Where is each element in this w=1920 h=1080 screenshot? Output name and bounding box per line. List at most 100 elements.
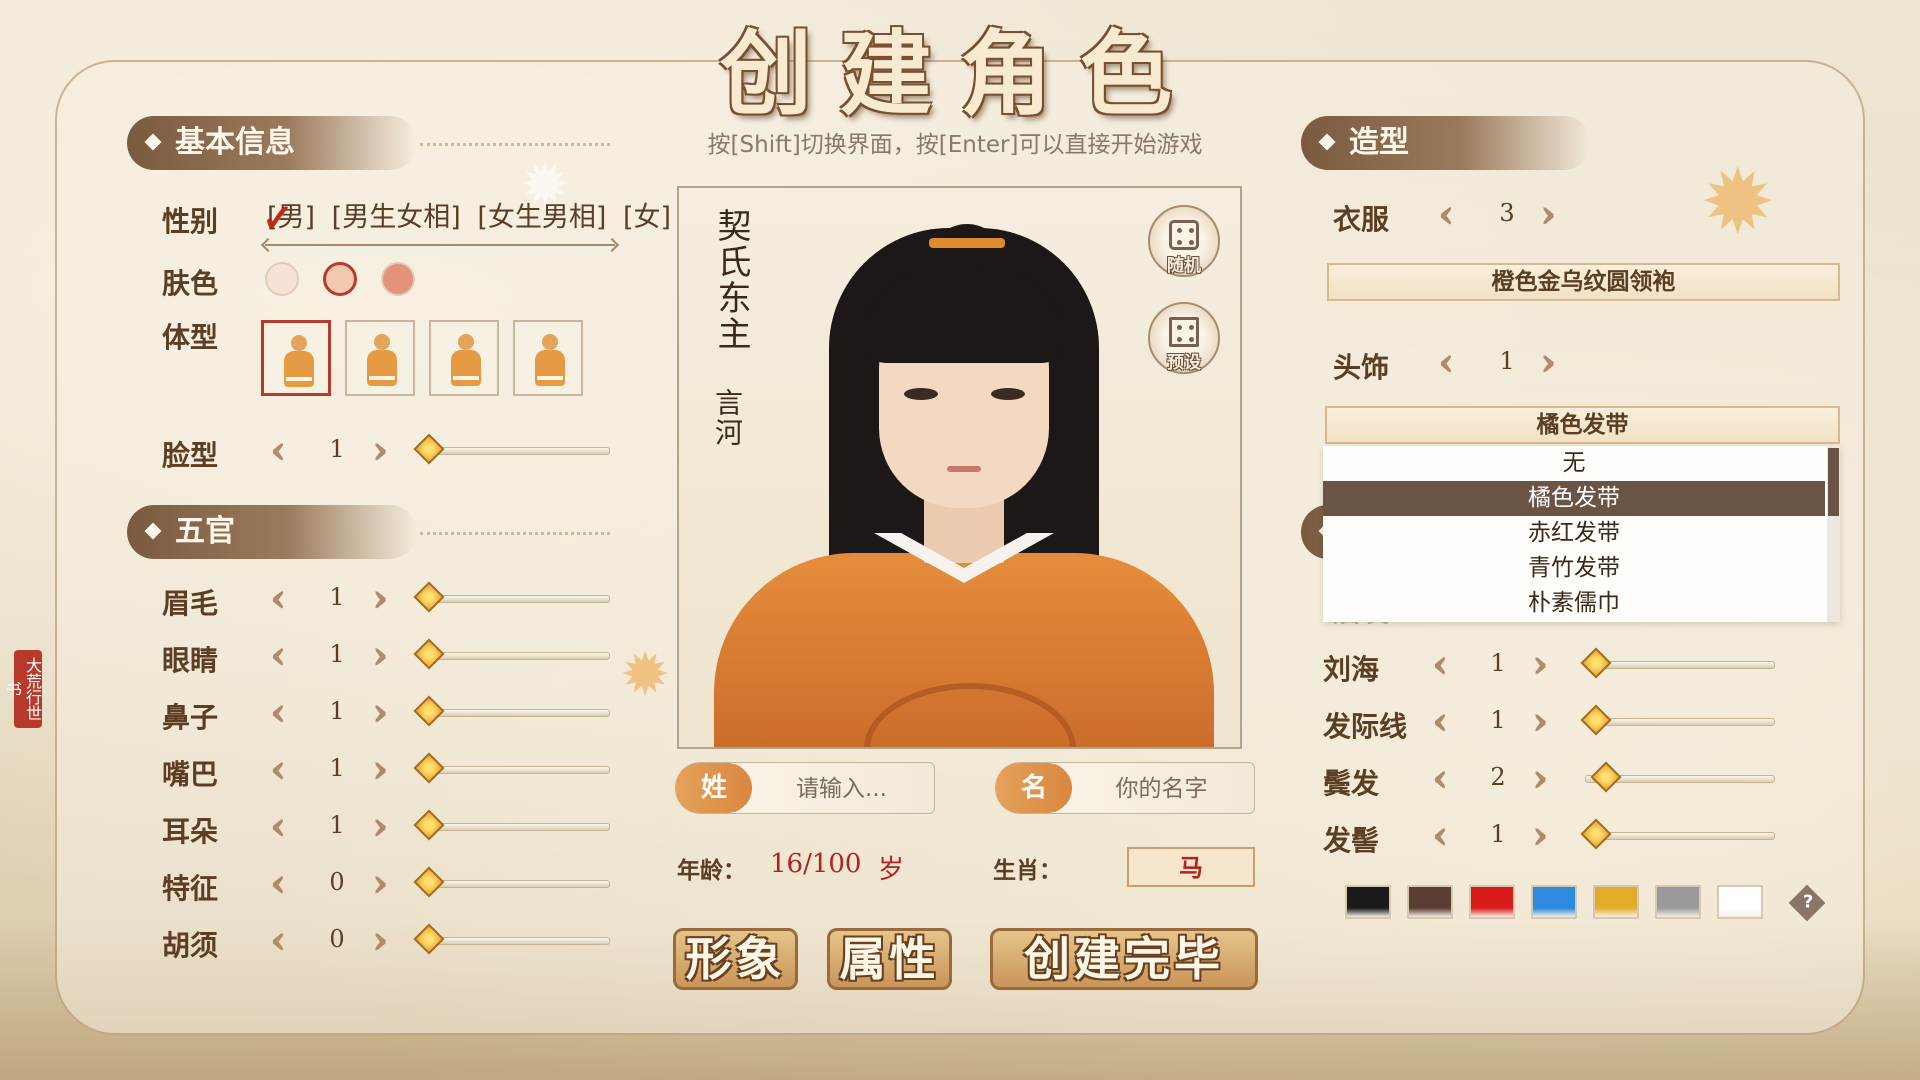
section-header-basic-info: 基本信息 bbox=[127, 116, 417, 170]
headwear-select[interactable]: 橘色发带 bbox=[1325, 406, 1840, 444]
attributes-button[interactable]: 属性 bbox=[827, 928, 952, 990]
chevron-left-icon[interactable]: ‹‹ bbox=[270, 635, 289, 675]
skin-swatch[interactable] bbox=[381, 262, 415, 296]
slider-knob[interactable] bbox=[413, 581, 445, 613]
skin-swatch[interactable] bbox=[265, 262, 299, 296]
feature-slider[interactable] bbox=[413, 581, 610, 613]
zodiac-value[interactable]: 马 bbox=[1127, 847, 1255, 887]
chevron-left-icon[interactable]: ‹‹ bbox=[1432, 701, 1451, 741]
slider-knob[interactable] bbox=[413, 752, 445, 784]
given-name-input[interactable] bbox=[1082, 771, 1241, 807]
chevron-left-icon[interactable]: ‹‹ bbox=[1432, 758, 1451, 798]
random-button[interactable]: 随机 bbox=[1148, 205, 1220, 277]
feature-slider[interactable] bbox=[413, 752, 610, 784]
chevron-left-icon[interactable]: ‹‹ bbox=[270, 430, 289, 470]
create-finish-button[interactable]: 创建完毕 bbox=[990, 928, 1258, 990]
hair-slider[interactable] bbox=[1580, 818, 1775, 850]
slider-track bbox=[1585, 661, 1775, 669]
chevron-left-icon[interactable]: ‹‹ bbox=[270, 806, 289, 846]
slider-track bbox=[1585, 718, 1775, 726]
slider-knob[interactable] bbox=[1580, 818, 1612, 850]
hair-color-swatch[interactable] bbox=[1345, 885, 1391, 919]
chevron-right-icon[interactable]: ›› bbox=[1540, 194, 1559, 234]
chevron-left-icon[interactable]: ‹‹ bbox=[1438, 342, 1457, 382]
chevron-right-icon[interactable]: ›› bbox=[372, 430, 391, 470]
dropdown-option[interactable]: 青竹发带 bbox=[1323, 551, 1825, 586]
chevron-left-icon[interactable]: ‹‹ bbox=[270, 692, 289, 732]
age-unit: 岁 bbox=[878, 855, 905, 885]
hair-slider[interactable] bbox=[1580, 647, 1775, 679]
chevron-right-icon[interactable]: ›› bbox=[372, 749, 391, 789]
dropdown-option[interactable]: 橘色发带 bbox=[1323, 481, 1825, 516]
feature-slider[interactable] bbox=[413, 866, 610, 898]
gender-option-male-feminine[interactable]: [男生女相] bbox=[332, 202, 461, 233]
slider-knob[interactable] bbox=[413, 433, 445, 465]
hair-color-swatch[interactable] bbox=[1407, 885, 1453, 919]
skin-swatch[interactable] bbox=[323, 262, 357, 296]
appearance-button[interactable]: 形象 bbox=[673, 928, 798, 990]
dropdown-option[interactable]: 赤红发带 bbox=[1323, 516, 1825, 551]
dropdown-scrollbar[interactable] bbox=[1827, 446, 1840, 622]
chevron-right-icon[interactable]: ›› bbox=[1532, 644, 1551, 684]
feature-slider[interactable] bbox=[413, 638, 610, 670]
body-type-option[interactable] bbox=[513, 320, 583, 396]
age-label: 年龄： bbox=[677, 857, 746, 884]
body-type-option[interactable] bbox=[345, 320, 415, 396]
preset-button[interactable]: 预设 bbox=[1148, 302, 1220, 374]
slider-knob[interactable] bbox=[413, 638, 445, 670]
given-name-field: 名 bbox=[995, 762, 1255, 814]
slider-knob[interactable] bbox=[413, 809, 445, 841]
hair-color-swatch[interactable] bbox=[1717, 885, 1763, 919]
hair-label: 发髻 bbox=[1323, 824, 1380, 857]
hair-slider[interactable] bbox=[1585, 761, 1775, 793]
body-type-option[interactable] bbox=[261, 320, 331, 396]
hair-color-swatch[interactable] bbox=[1593, 885, 1639, 919]
chevron-left-icon[interactable]: ‹‹ bbox=[270, 920, 289, 960]
chevron-left-icon[interactable]: ‹‹ bbox=[270, 578, 289, 618]
slider-knob[interactable] bbox=[1590, 761, 1622, 793]
hair-color-swatch[interactable] bbox=[1531, 885, 1577, 919]
feature-slider[interactable] bbox=[413, 809, 610, 841]
slider-knob[interactable] bbox=[1580, 704, 1612, 736]
chevron-left-icon[interactable]: ‹‹ bbox=[270, 863, 289, 903]
chevron-right-icon[interactable]: ›› bbox=[1532, 701, 1551, 741]
hair-slider[interactable] bbox=[1580, 704, 1775, 736]
chevron-right-icon[interactable]: ›› bbox=[372, 635, 391, 675]
slider-knob[interactable] bbox=[413, 923, 445, 955]
chevron-left-icon[interactable]: ‹‹ bbox=[1438, 194, 1457, 234]
chevron-right-icon[interactable]: ›› bbox=[372, 806, 391, 846]
feature-slider[interactable] bbox=[413, 695, 610, 727]
chevron-right-icon[interactable]: ›› bbox=[372, 692, 391, 732]
slider-knob[interactable] bbox=[1580, 647, 1612, 679]
chevron-left-icon[interactable]: ‹‹ bbox=[1432, 815, 1451, 855]
gender-option-female-masculine[interactable]: [女生男相] bbox=[477, 202, 606, 233]
surname-input[interactable] bbox=[762, 771, 921, 807]
dropdown-option[interactable]: 朴素儒巾 bbox=[1323, 586, 1825, 621]
body-type-option[interactable] bbox=[429, 320, 499, 396]
slider-knob[interactable] bbox=[413, 695, 445, 727]
diamond-icon bbox=[144, 522, 162, 540]
chevron-right-icon[interactable]: ›› bbox=[372, 863, 391, 903]
chevron-right-icon[interactable]: ›› bbox=[372, 578, 391, 618]
hair-color-swatch[interactable] bbox=[1655, 885, 1701, 919]
clothes-name: 橙色金乌纹圆领袍 bbox=[1327, 263, 1840, 301]
chevron-left-icon[interactable]: ‹‹ bbox=[1432, 644, 1451, 684]
slider-knob[interactable] bbox=[413, 866, 445, 898]
zodiac-label: 生肖： bbox=[993, 857, 1062, 884]
gender-option-female[interactable]: [女] bbox=[623, 202, 671, 233]
dropdown-option[interactable]: 无 bbox=[1323, 446, 1825, 481]
chevron-right-icon[interactable]: ›› bbox=[1532, 815, 1551, 855]
scrollbar-thumb[interactable] bbox=[1828, 448, 1839, 516]
chevron-right-icon[interactable]: ›› bbox=[1540, 342, 1559, 382]
chevron-left-icon[interactable]: ‹‹ bbox=[270, 749, 289, 789]
face-slider[interactable] bbox=[413, 433, 610, 465]
feature-label: 特征 bbox=[162, 872, 219, 905]
chevron-right-icon[interactable]: ›› bbox=[1532, 758, 1551, 798]
feature-slider[interactable] bbox=[413, 923, 610, 955]
divider bbox=[420, 143, 610, 146]
hair-value: 1 bbox=[1490, 820, 1506, 848]
feature-value: 1 bbox=[329, 640, 345, 668]
hair-color-swatch[interactable] bbox=[1469, 885, 1515, 919]
chevron-right-icon[interactable]: ›› bbox=[372, 920, 391, 960]
random-button-label: 随机 bbox=[1167, 256, 1201, 276]
